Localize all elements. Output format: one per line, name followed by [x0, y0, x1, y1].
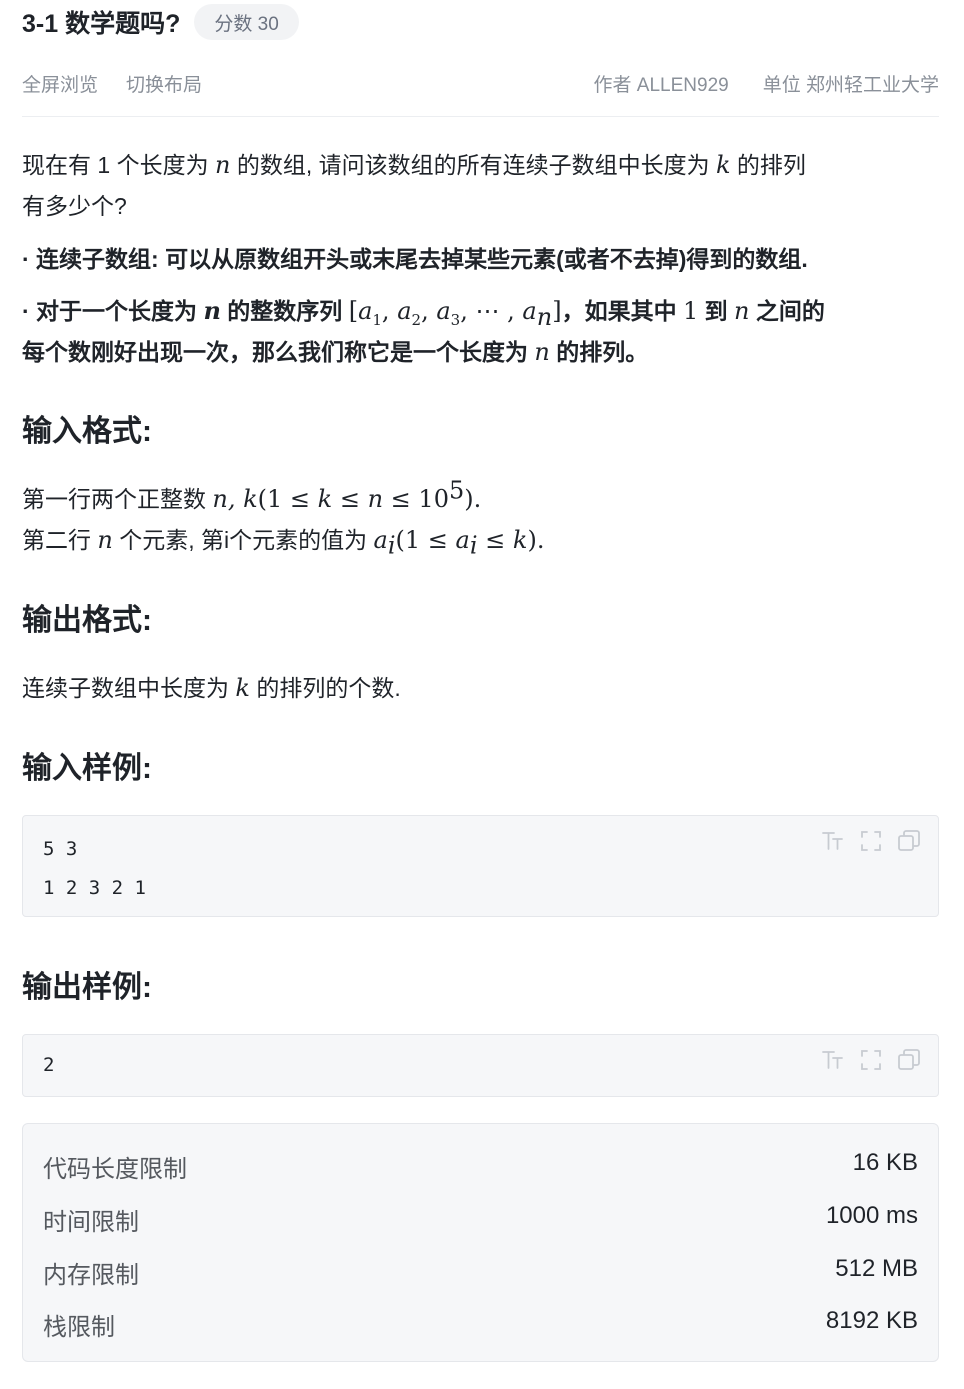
limit-value: 8192 KB: [825, 1307, 918, 1334]
statement-text: 每个数刚好出现一次，那么我们称它是一个长度为: [22, 339, 535, 365]
math-n: n: [214, 151, 231, 179]
limit-value: 16 KB: [852, 1149, 918, 1176]
statement-text: 的排列: [730, 152, 806, 178]
math-n: n: [203, 296, 221, 325]
math-k: k: [716, 151, 731, 179]
limit-label: 代码长度限制: [43, 1156, 187, 1183]
fullscreen-icon[interactable]: [858, 1047, 884, 1073]
font-size-icon[interactable]: [820, 828, 846, 854]
output-format-text: 连续子数组中长度为 k 的排列的个数.: [22, 668, 939, 709]
sample-input-heading: 输入样例:: [22, 752, 152, 785]
fullscreen-icon[interactable]: [858, 828, 884, 854]
statement-intro: 现在有 1 个长度为 n 的数组, 请问该数组的所有连续子数组中长度为 k 的排…: [22, 145, 939, 227]
statement-text: 的数组, 请问该数组的所有连续子数组中长度为: [230, 152, 716, 178]
title-row: 3-1 数学题吗? 分数 30: [22, 3, 299, 41]
fullscreen-view-link[interactable]: 全屏浏览: [22, 70, 98, 97]
format-text: 第二行: [22, 527, 98, 553]
limits-panel: 代码长度限制 16 KB 时间限制 1000 ms 内存限制 512 MB 栈限…: [22, 1123, 939, 1362]
limit-label: 内存限制: [43, 1262, 139, 1289]
score-badge: 分数 30: [194, 4, 299, 40]
limit-row-time: 时间限制 1000 ms: [43, 1202, 918, 1236]
sample-input-code[interactable]: 5 3 1 2 3 2 1: [43, 830, 146, 908]
math-n-k: n, k: [212, 485, 258, 513]
statement-text: 现在有 1 个长度为: [22, 152, 215, 178]
switch-layout-link[interactable]: 切换布局: [126, 70, 202, 97]
statement-text: · 对于一个长度为: [22, 298, 204, 324]
statement-text: 的整数序列: [220, 298, 349, 324]
math-sequence: [a1, a2, a3, ⋯ , an]: [348, 297, 562, 331]
limit-label: 栈限制: [43, 1314, 115, 1341]
code-tools: [820, 1047, 922, 1073]
code-tools: [820, 828, 922, 854]
copy-icon[interactable]: [896, 828, 922, 854]
statement-text: 到: [698, 298, 735, 324]
author-label: 作者 ALLEN929: [593, 75, 729, 96]
statement-bullet-1: · 连续子数组: 可以从原数组开头或末尾去掉某些元素(或者不去掉)得到的数组.: [22, 246, 808, 272]
sample-output-heading: 输出样例:: [22, 971, 152, 1004]
limit-label: 时间限制: [43, 1209, 139, 1236]
limit-value: 1000 ms: [825, 1202, 918, 1229]
statement-text: 之间的: [749, 298, 825, 324]
format-text: 连续子数组中长度为: [22, 675, 236, 701]
header-divider: [22, 116, 939, 117]
input-format-text: 第一行两个正整数 n, k(1 ≤ k ≤ n ≤ 105). 第二行 n 个元…: [22, 476, 545, 560]
statement-text: 有多少个?: [22, 193, 127, 219]
statement-bullet-2: · 对于一个长度为 n 的整数序列 [a1, a2, a3, ⋯ , an]，如…: [22, 290, 939, 373]
math-one: 1: [682, 297, 699, 325]
limit-value: 512 MB: [835, 1255, 918, 1282]
format-text: 个元素, 第i个元素的值为: [112, 527, 374, 553]
limit-row-code-length: 代码长度限制 16 KB: [43, 1149, 918, 1183]
format-text: 的排列的个数.: [249, 675, 401, 701]
output-format-heading: 输出格式:: [22, 604, 152, 637]
unit-label: 单位 郑州轻工业大学: [762, 75, 939, 96]
font-size-icon[interactable]: [820, 1047, 846, 1073]
statement-text: ，如果其中: [561, 298, 683, 324]
limit-row-memory: 内存限制 512 MB: [43, 1255, 918, 1289]
problem-title: 3-1 数学题吗?: [22, 10, 181, 38]
copy-icon[interactable]: [896, 1047, 922, 1073]
sample-output-box: 2: [22, 1034, 939, 1097]
math-k: k: [235, 674, 250, 702]
input-format-heading: 输入格式:: [22, 415, 152, 448]
sample-input-box: 5 3 1 2 3 2 1: [22, 815, 939, 917]
statement-text: 的排列。: [549, 339, 649, 365]
sample-output-code[interactable]: 2: [43, 1046, 54, 1085]
math-n: n: [534, 338, 550, 366]
math-n: n: [734, 297, 750, 325]
meta-row: 全屏浏览 切换布局 作者 ALLEN929 单位 郑州轻工业大学: [22, 70, 939, 98]
format-text: 第一行两个正整数: [22, 486, 213, 512]
limit-row-stack: 栈限制 8192 KB: [43, 1307, 918, 1341]
